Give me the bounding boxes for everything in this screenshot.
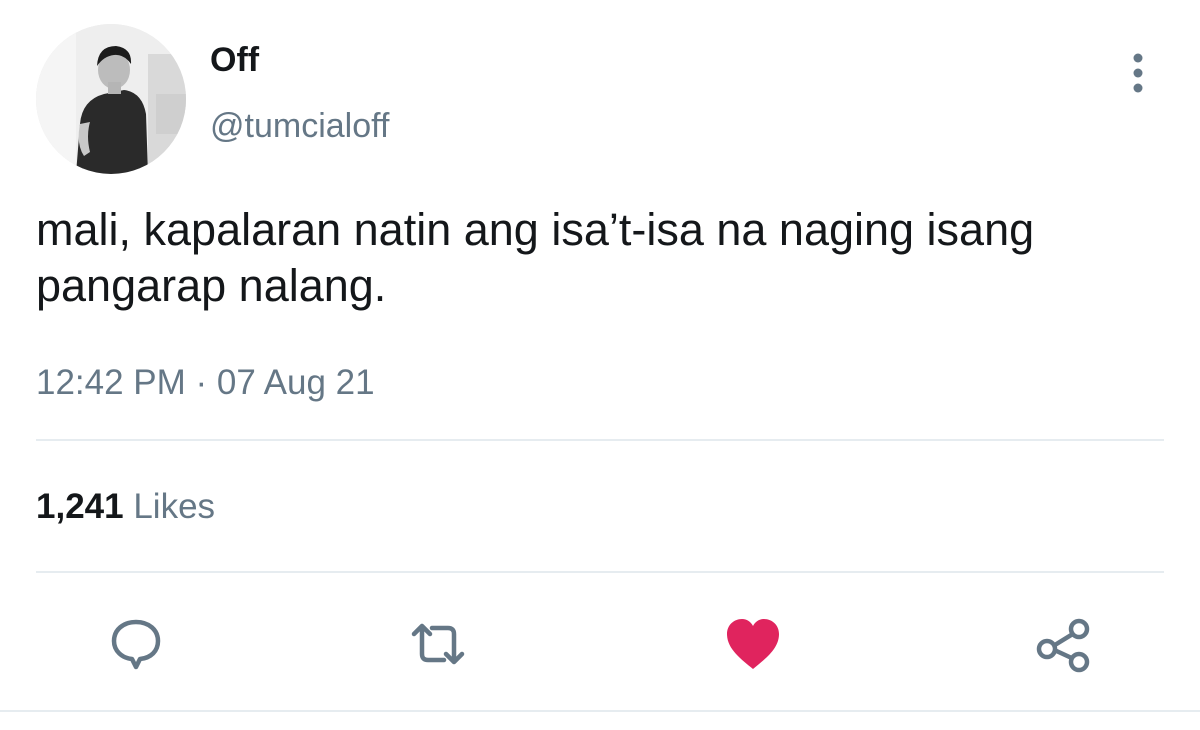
retweet-button[interactable] [406, 612, 470, 676]
tweet-text: mali, kapalaran natin ang isa’t-isa na n… [36, 204, 1035, 311]
divider [36, 439, 1164, 441]
retweet-icon [411, 623, 465, 665]
like-button[interactable] [721, 612, 785, 676]
profile-photo [36, 24, 186, 174]
more-options-button[interactable] [1118, 50, 1158, 96]
tweet-timestamp[interactable]: 12:42 PM · 07 Aug 21 [36, 361, 375, 405]
share-button[interactable] [1032, 612, 1096, 676]
share-icon [1036, 618, 1090, 673]
speech-bubble-icon [111, 619, 161, 670]
display-name[interactable]: Off [210, 40, 259, 80]
likes-count: 1,241 [36, 487, 124, 526]
divider [0, 710, 1200, 712]
likes-stat[interactable]: 1,241 Likes [36, 485, 215, 529]
heart-icon [727, 619, 779, 669]
avatar[interactable] [36, 24, 186, 174]
username-handle[interactable]: @tumcialoff [210, 104, 389, 148]
more-vertical-icon [1133, 53, 1143, 93]
likes-label: Likes [133, 487, 216, 526]
reply-button[interactable] [104, 612, 168, 676]
divider [36, 571, 1164, 573]
